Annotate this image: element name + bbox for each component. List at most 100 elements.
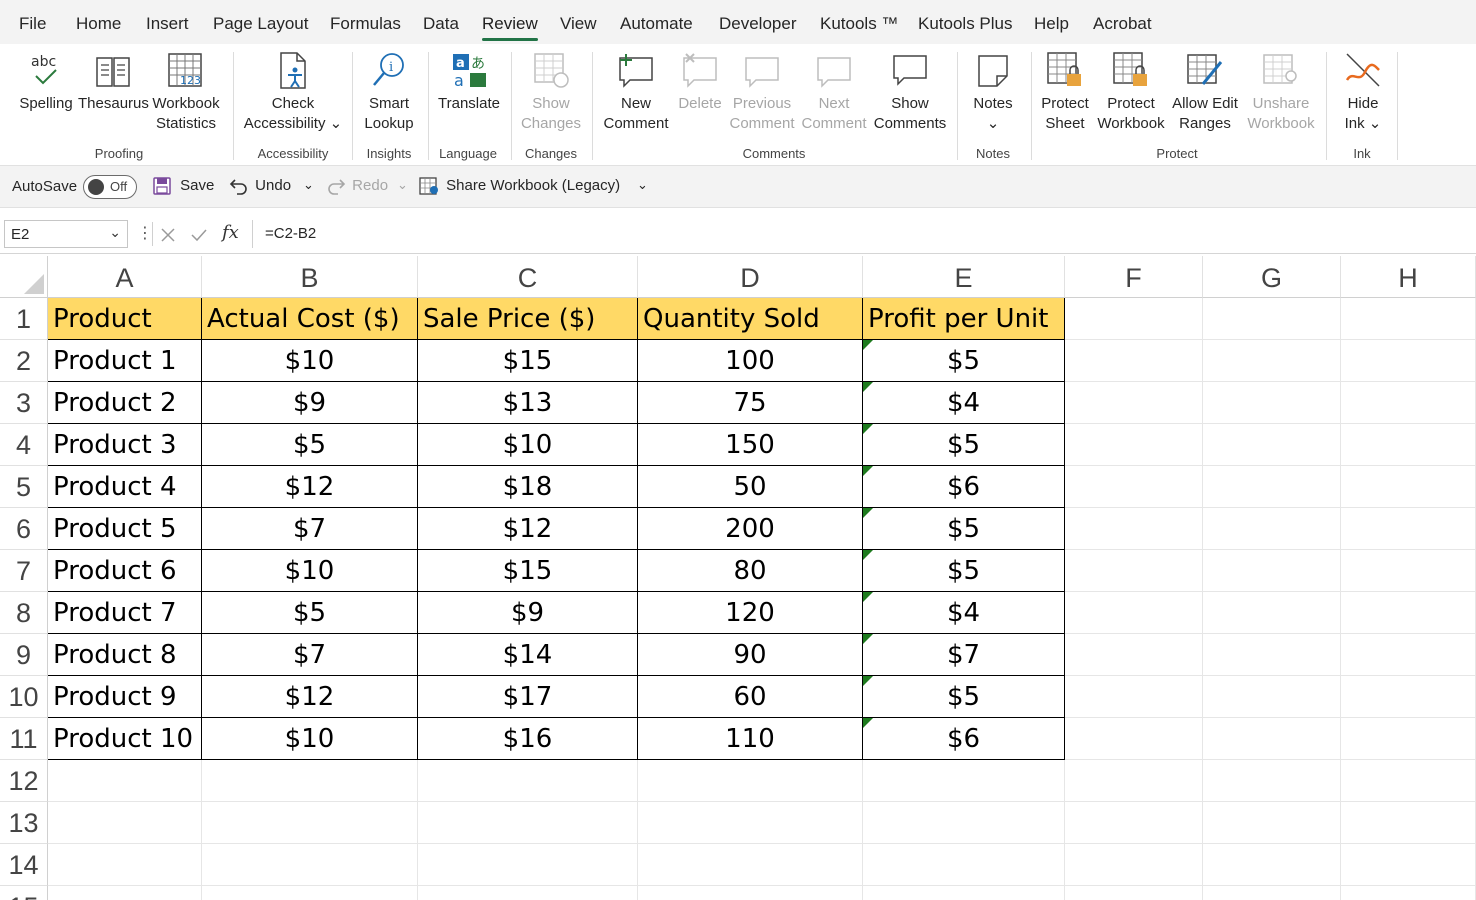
cell-g8[interactable] xyxy=(1203,592,1341,634)
cell-h3[interactable] xyxy=(1341,382,1476,424)
cell-h5[interactable] xyxy=(1341,466,1476,508)
cell-d10[interactable]: 60 xyxy=(638,676,863,718)
cell-c7[interactable]: $15 xyxy=(418,550,638,592)
cell-a2[interactable]: Product 1 xyxy=(48,340,202,382)
autosave-toggle[interactable]: Off xyxy=(83,175,137,199)
tab-file[interactable]: File xyxy=(19,14,46,34)
cell-b13[interactable] xyxy=(202,802,418,844)
formula-input[interactable]: =C2-B2 xyxy=(252,220,1476,248)
protect-workbook-button[interactable]: Protect Workbook xyxy=(1094,50,1168,134)
protect-sheet-button[interactable]: Protect Sheet xyxy=(1036,50,1094,134)
hide-ink-button[interactable]: Hide Ink ⌄ xyxy=(1334,50,1392,134)
cell-g1[interactable] xyxy=(1203,298,1341,340)
cell-h12[interactable] xyxy=(1341,760,1476,802)
unshare-workbook-button[interactable]: Unshare Workbook xyxy=(1244,50,1318,134)
cell-e6[interactable]: $5 xyxy=(863,508,1065,550)
cell-f15[interactable] xyxy=(1065,886,1203,900)
cell-c14[interactable] xyxy=(418,844,638,886)
more-options-icon[interactable]: ⋮ xyxy=(137,223,153,243)
cell-d13[interactable] xyxy=(638,802,863,844)
select-all-corner[interactable] xyxy=(0,256,48,298)
cell-b12[interactable] xyxy=(202,760,418,802)
save-button[interactable]: Save xyxy=(152,176,214,196)
cell-a3[interactable]: Product 2 xyxy=(48,382,202,424)
column-header-d[interactable]: D xyxy=(638,256,863,298)
cell-f14[interactable] xyxy=(1065,844,1203,886)
cell-d11[interactable]: 110 xyxy=(638,718,863,760)
cell-d1[interactable]: Quantity Sold xyxy=(638,298,863,340)
cell-c3[interactable]: $13 xyxy=(418,382,638,424)
cell-c5[interactable]: $18 xyxy=(418,466,638,508)
cell-a13[interactable] xyxy=(48,802,202,844)
cell-h1[interactable] xyxy=(1341,298,1476,340)
redo-button[interactable]: Redo xyxy=(326,176,388,196)
cell-a15[interactable] xyxy=(48,886,202,900)
cell-f11[interactable] xyxy=(1065,718,1203,760)
cell-f5[interactable] xyxy=(1065,466,1203,508)
cell-b15[interactable] xyxy=(202,886,418,900)
cell-f7[interactable] xyxy=(1065,550,1203,592)
cell-d8[interactable]: 120 xyxy=(638,592,863,634)
cell-g2[interactable] xyxy=(1203,340,1341,382)
workbook-statistics-button[interactable]: 123 Workbook Statistics xyxy=(148,50,224,134)
cell-h11[interactable] xyxy=(1341,718,1476,760)
cell-h14[interactable] xyxy=(1341,844,1476,886)
cell-g12[interactable] xyxy=(1203,760,1341,802)
cell-a12[interactable] xyxy=(48,760,202,802)
cell-e7[interactable]: $5 xyxy=(863,550,1065,592)
column-header-f[interactable]: F xyxy=(1065,256,1203,298)
cell-d15[interactable] xyxy=(638,886,863,900)
row-header-15[interactable]: 15 xyxy=(0,886,48,900)
row-header-8[interactable]: 8 xyxy=(0,592,48,634)
show-comments-button[interactable]: Show Comments xyxy=(872,50,948,134)
cell-c9[interactable]: $14 xyxy=(418,634,638,676)
column-header-a[interactable]: A xyxy=(48,256,202,298)
cell-a5[interactable]: Product 4 xyxy=(48,466,202,508)
thesaurus-button[interactable]: Thesaurus xyxy=(78,50,149,114)
cell-c10[interactable]: $17 xyxy=(418,676,638,718)
cell-f13[interactable] xyxy=(1065,802,1203,844)
chevron-down-icon[interactable]: ⌄ xyxy=(109,224,121,241)
cell-a9[interactable]: Product 8 xyxy=(48,634,202,676)
name-box[interactable]: E2 ⌄ xyxy=(4,220,128,248)
cell-f4[interactable] xyxy=(1065,424,1203,466)
tab-developer[interactable]: Developer xyxy=(719,14,797,34)
row-header-14[interactable]: 14 xyxy=(0,844,48,886)
cell-b14[interactable] xyxy=(202,844,418,886)
row-header-3[interactable]: 3 xyxy=(0,382,48,424)
cell-h4[interactable] xyxy=(1341,424,1476,466)
cell-f9[interactable] xyxy=(1065,634,1203,676)
cell-f1[interactable] xyxy=(1065,298,1203,340)
cell-h10[interactable] xyxy=(1341,676,1476,718)
check-accessibility-button[interactable]: Check Accessibility ⌄ xyxy=(242,50,344,134)
translate-button[interactable]: a あ a Translate xyxy=(434,50,504,114)
column-header-g[interactable]: G xyxy=(1203,256,1341,298)
notes-dropdown-chevron[interactable]: ⌄ xyxy=(964,114,1022,134)
cell-d9[interactable]: 90 xyxy=(638,634,863,676)
row-header-6[interactable]: 6 xyxy=(0,508,48,550)
customize-qat-chevron[interactable]: ⌄ xyxy=(637,177,648,193)
cell-c13[interactable] xyxy=(418,802,638,844)
cell-b6[interactable]: $7 xyxy=(202,508,418,550)
cell-e3[interactable]: $4 xyxy=(863,382,1065,424)
cell-d7[interactable]: 80 xyxy=(638,550,863,592)
cell-c8[interactable]: $9 xyxy=(418,592,638,634)
cell-e12[interactable] xyxy=(863,760,1065,802)
cell-h6[interactable] xyxy=(1341,508,1476,550)
column-header-e[interactable]: E xyxy=(863,256,1065,298)
cell-e10[interactable]: $5 xyxy=(863,676,1065,718)
cell-e15[interactable] xyxy=(863,886,1065,900)
cell-g7[interactable] xyxy=(1203,550,1341,592)
cell-b2[interactable]: $10 xyxy=(202,340,418,382)
insert-function-icon[interactable]: fx xyxy=(222,222,239,243)
cell-a11[interactable]: Product 10 xyxy=(48,718,202,760)
cell-d6[interactable]: 200 xyxy=(638,508,863,550)
cell-g15[interactable] xyxy=(1203,886,1341,900)
cell-h2[interactable] xyxy=(1341,340,1476,382)
cell-e13[interactable] xyxy=(863,802,1065,844)
cell-e8[interactable]: $4 xyxy=(863,592,1065,634)
cell-c11[interactable]: $16 xyxy=(418,718,638,760)
cell-a6[interactable]: Product 5 xyxy=(48,508,202,550)
cell-b10[interactable]: $12 xyxy=(202,676,418,718)
cell-e2[interactable]: $5 xyxy=(863,340,1065,382)
